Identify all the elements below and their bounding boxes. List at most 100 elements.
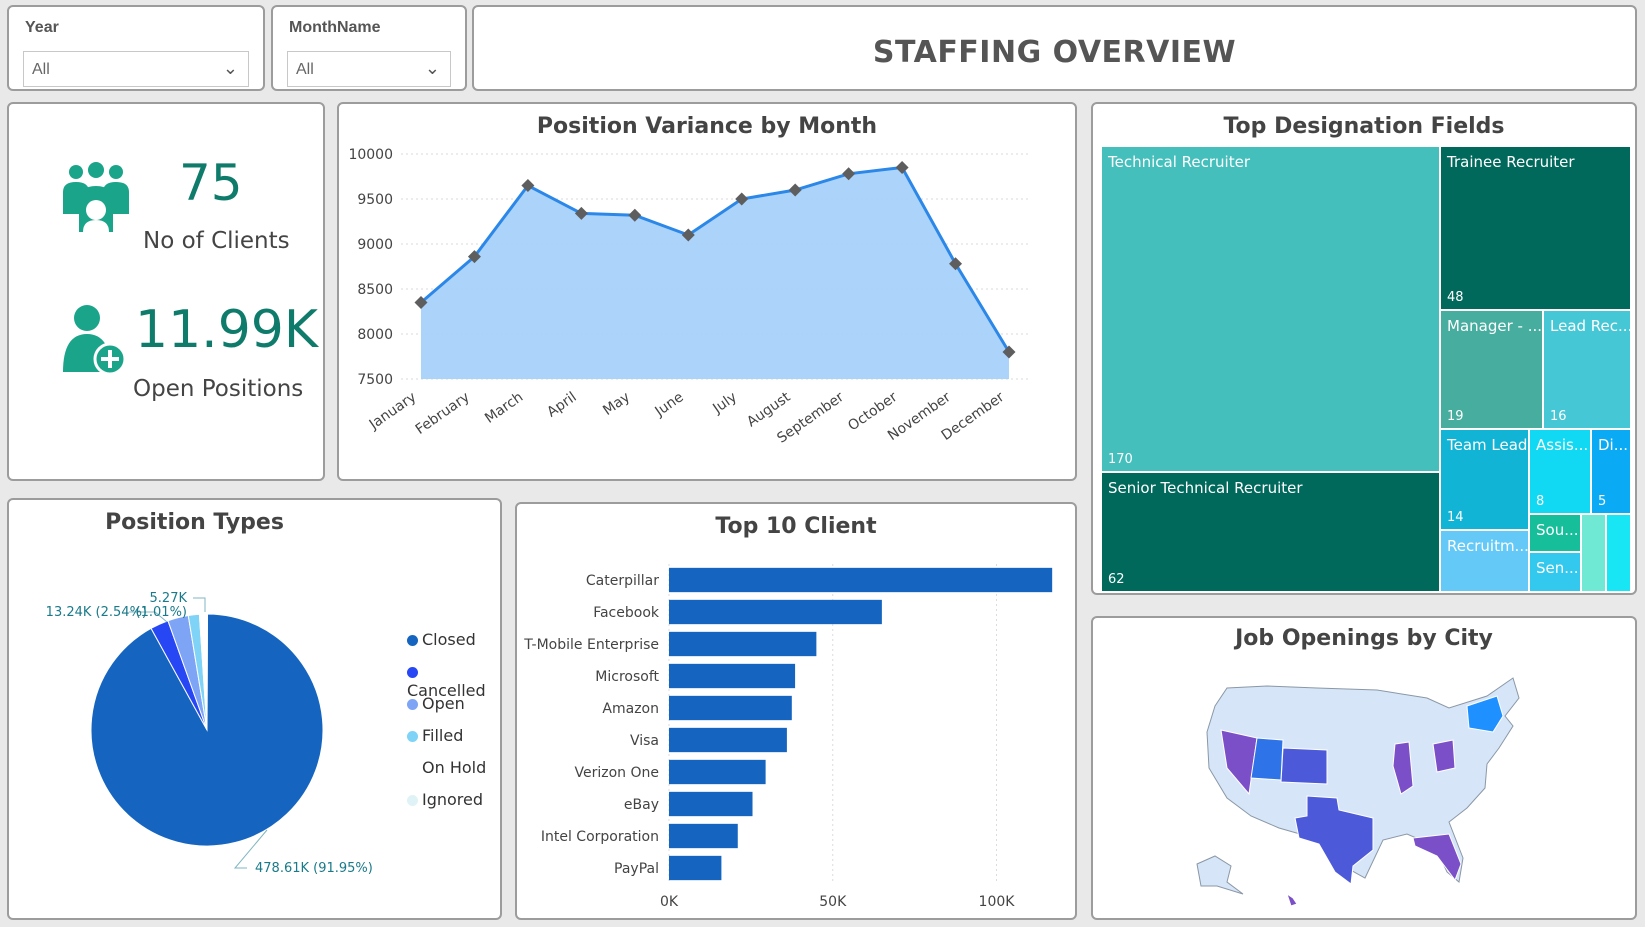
treemap-label: Trainee Recruiter	[1447, 153, 1575, 171]
top-clients-panel: Top 10 Client 0K 50K 100K Caterpillar Facebo…	[515, 502, 1077, 920]
legend-label: Ignored	[422, 790, 484, 809]
legend-item[interactable]: Ignored	[407, 790, 483, 809]
legend-item[interactable]: On Hold	[407, 758, 486, 777]
group-people-icon	[63, 162, 129, 232]
pie-slice	[206, 613, 208, 731]
x-tick-label: 0K	[660, 894, 679, 910]
treemap-cell-senior-technical-recruiter[interactable]: Senior Technical Recruiter 62	[1101, 472, 1440, 592]
chevron-down-icon: ⌄	[424, 58, 440, 78]
map-state-utah	[1250, 737, 1284, 781]
month-slicer: MonthName All ⌄	[271, 5, 467, 91]
designation-panel: Top Designation Fields Technical Recruit…	[1091, 102, 1637, 595]
treemap-value: 5	[1598, 494, 1607, 509]
x-tick-label: July	[709, 389, 740, 417]
bar	[669, 631, 817, 657]
treemap-cell-other-1[interactable]	[1581, 514, 1606, 592]
position-variance-panel: Position Variance by Month 10000 9500 9000…	[337, 102, 1077, 481]
bar	[669, 759, 766, 785]
year-slicer-label: Year	[25, 19, 59, 36]
data-label-extra: (1.01%)	[136, 605, 187, 620]
position-variance-title: Position Variance by Month	[536, 114, 878, 139]
x-tick-label: May	[600, 389, 633, 419]
y-category-label: Verizon One	[575, 765, 660, 781]
treemap-label: Di...	[1598, 436, 1629, 454]
open-positions-count: 11.99K	[135, 300, 318, 360]
x-tick-label: June	[652, 389, 687, 420]
bar	[669, 823, 738, 849]
treemap-cell-trainee-recruiter[interactable]: Trainee Recruiter 48	[1440, 146, 1631, 310]
year-dropdown[interactable]: All ⌄	[23, 51, 249, 87]
bar	[669, 663, 796, 689]
x-tick-label: 100K	[979, 894, 1016, 910]
x-tick-label: 50K	[819, 894, 847, 910]
kpi-card: 75 No of Clients 11.99K Open Positions	[7, 102, 325, 481]
treemap-value: 170	[1108, 452, 1133, 467]
treemap-label: Assis...	[1536, 436, 1589, 454]
treemap-cell-recruitment[interactable]: Recruitm...	[1440, 530, 1529, 592]
bar	[669, 567, 1053, 593]
bar	[669, 727, 787, 753]
treemap-cell-lead-recruiter[interactable]: Lead Rec... 16	[1543, 310, 1631, 429]
treemap-value: 62	[1108, 572, 1125, 587]
bar	[669, 791, 753, 817]
open-positions-label: Open Positions	[133, 376, 304, 402]
treemap-cell-senior[interactable]: Sen...	[1529, 552, 1581, 592]
y-category-label: eBay	[624, 797, 659, 813]
legend-item[interactable]: Filled	[407, 726, 463, 745]
x-tick-label: February	[413, 389, 473, 438]
treemap-cell-manager[interactable]: Manager - ... 19	[1440, 310, 1543, 429]
treemap-cell-team-lead[interactable]: Team Lead 14	[1440, 429, 1529, 530]
clients-count: 75	[179, 154, 243, 212]
treemap-cell-director[interactable]: Di... 5	[1591, 429, 1631, 514]
y-tick-label: 10000	[348, 147, 393, 163]
job-openings-panel: Job Openings by City	[1091, 616, 1637, 920]
legend-dot	[407, 667, 418, 678]
y-category-label: Microsoft	[595, 669, 659, 685]
treemap-cell-sourcer[interactable]: Sou...	[1529, 514, 1581, 552]
bar	[669, 855, 722, 881]
month-dropdown-value: All	[296, 61, 314, 78]
y-tick-label: 9500	[357, 192, 393, 208]
legend-dot	[407, 635, 418, 646]
treemap-label: Lead Rec...	[1550, 317, 1631, 335]
job-openings-title: Job Openings by City	[1235, 626, 1493, 651]
us-map	[1196, 677, 1520, 907]
treemap-cell-other-2[interactable]	[1606, 514, 1631, 592]
map-state-colorado	[1280, 747, 1328, 785]
position-types-title: Position Types	[105, 510, 284, 535]
x-tick-label: March	[482, 389, 526, 427]
legend-dot	[407, 763, 418, 774]
treemap-label: Senior Technical Recruiter	[1108, 479, 1303, 497]
legend-dot	[407, 731, 418, 742]
treemap-label: Sen...	[1536, 559, 1579, 577]
legend-label: Open	[422, 694, 465, 713]
y-tick-label: 7500	[357, 372, 393, 388]
y-category-label: Amazon	[602, 701, 659, 717]
treemap-label: Team Lead	[1447, 436, 1528, 454]
designation-treemap: Technical Recruiter 170 Senior Technical…	[1101, 146, 1631, 592]
map-state-hawaii	[1286, 892, 1298, 907]
y-tick-label: 8500	[357, 282, 393, 298]
bar	[669, 695, 792, 721]
y-category-label: Visa	[630, 733, 659, 749]
treemap-cell-assistant[interactable]: Assis... 8	[1529, 429, 1591, 514]
treemap-value: 48	[1447, 290, 1464, 305]
bar	[669, 599, 882, 625]
leader-line	[193, 597, 206, 612]
top-clients-chart: 0K 50K 100K Caterpillar Facebook T-Mobile Ent…	[523, 564, 1053, 910]
position-types-pie: 478.61K (91.95%) 13.24K (2.54%)(1.01%)5.2…	[46, 591, 373, 876]
legend-item[interactable]: Open	[407, 694, 465, 713]
legend-item[interactable]: Closed	[407, 630, 476, 649]
map-state-ohio	[1432, 739, 1456, 773]
legend-label: On Hold	[422, 758, 487, 777]
top-clients-title: Top 10 Client	[715, 514, 877, 539]
month-dropdown[interactable]: All ⌄	[287, 51, 451, 87]
year-dropdown-value: All	[32, 61, 50, 78]
treemap-label: Recruitm...	[1447, 537, 1529, 555]
map-state-alaska	[1196, 855, 1244, 895]
y-category-label: PayPal	[614, 861, 659, 877]
position-types-panel: Position Types 478.61K (91.95%) 13.24K (2…	[7, 498, 502, 920]
treemap-cell-technical-recruiter[interactable]: Technical Recruiter 170	[1101, 146, 1440, 472]
legend-label: Filled	[422, 726, 464, 745]
data-label-closed: 478.61K (91.95%)	[255, 861, 373, 876]
